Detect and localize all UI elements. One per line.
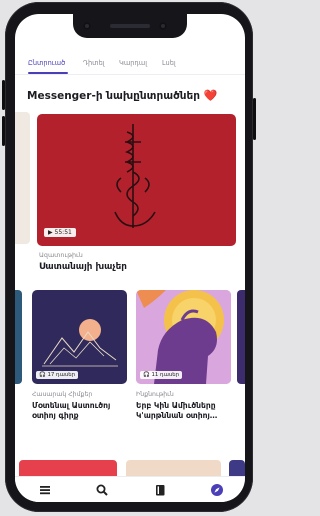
course-card[interactable]: 🎧 11 դասեր [136, 290, 231, 384]
course-title[interactable]: Մօտենալ Աստուծոյ օտիոյ գիրք [32, 401, 130, 421]
menu-icon[interactable] [37, 482, 53, 498]
bottom-navigation [15, 476, 245, 502]
book-icon[interactable] [152, 482, 168, 498]
featured-title[interactable]: Սատանայի խաչեր [39, 262, 127, 272]
speaker-grille [110, 24, 150, 28]
sensor-icon [159, 22, 167, 30]
play-icon: ▶ [48, 229, 53, 236]
power-button [253, 98, 256, 140]
section-title-text: Messenger-ի նախընտրածներ [27, 90, 200, 102]
card-peek-left[interactable] [15, 290, 22, 384]
lesson-count-badge: 🎧 17 դասեր [36, 371, 79, 379]
volume-down-button [2, 116, 5, 146]
search-icon[interactable] [94, 482, 110, 498]
previous-card-peek[interactable] [15, 112, 30, 244]
featured-category: Ազատութիւն [39, 251, 83, 259]
tab-divider [15, 74, 245, 75]
heart-icon: ❤️ [203, 89, 218, 102]
featured-card[interactable]: ▶ 55:51 [37, 114, 236, 246]
card-peek-right[interactable] [237, 290, 245, 384]
headphones-icon: 🎧 [39, 372, 46, 378]
tab-read[interactable]: Կարդալ [119, 59, 147, 67]
featured-artwork [114, 124, 156, 228]
course-category: Հասարակ Հիմքեր [32, 391, 93, 398]
volume-up-button [2, 80, 5, 110]
camera-icon [83, 22, 91, 30]
course-title[interactable]: Երբ Կին Ամիւծները Կ'արթննան օտիոյ… [136, 401, 234, 421]
duration-text: 55:51 [54, 229, 72, 236]
course-card[interactable]: 🎧 17 դասեր [32, 290, 127, 384]
tab-bar: Ընտրուած Դիտել Կարդալ Լսել [15, 59, 245, 75]
course-category: Ինքնութիւն [136, 391, 174, 398]
headphones-icon: 🎧 [143, 372, 150, 378]
tab-watch[interactable]: Դիտել [83, 59, 105, 67]
lesson-count: 17 դասեր [47, 372, 76, 378]
lesson-count: 11 դասեր [151, 372, 180, 378]
duration-badge: ▶ 55:51 [44, 228, 76, 237]
app-screen: Ընտրուած Դիտել Կարդալ Լսել Messenger-ի ն… [15, 14, 245, 502]
tab-listen[interactable]: Լսել [162, 59, 176, 67]
compass-icon[interactable] [209, 482, 225, 498]
course-artwork [42, 319, 118, 367]
lesson-count-badge: 🎧 11 դասեր [140, 371, 183, 379]
course-artwork [136, 290, 231, 384]
section-title: Messenger-ի նախընտրածներ ❤️ [27, 89, 217, 102]
notch [73, 14, 187, 38]
tab-selected[interactable]: Ընտրուած [28, 59, 65, 67]
